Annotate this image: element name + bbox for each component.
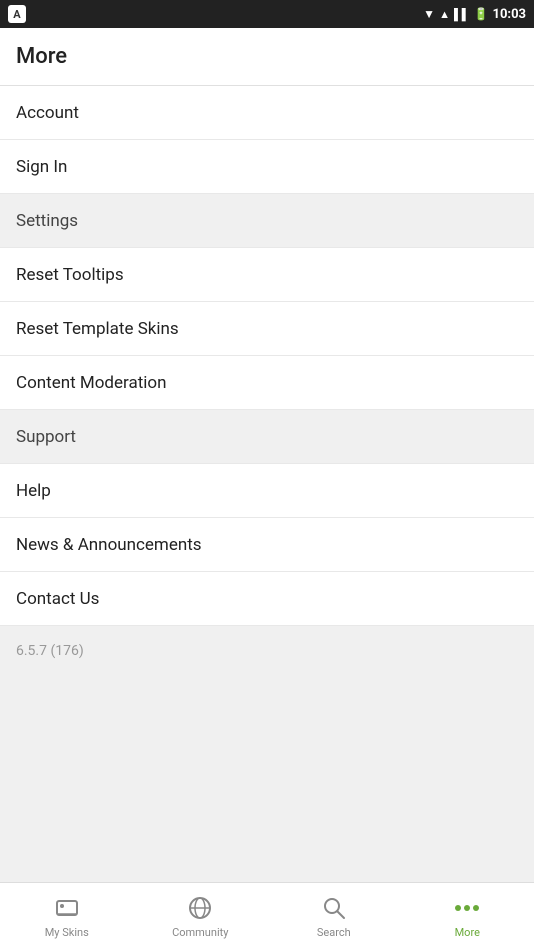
menu-item-reset-template-skins[interactable]: Reset Template Skins — [0, 302, 534, 356]
menu-item-news-announcements[interactable]: News & Announcements — [0, 518, 534, 572]
menu-item-help[interactable]: Help — [0, 464, 534, 518]
menu-item-label-account: Account — [16, 103, 79, 123]
search-label: Search — [317, 926, 351, 939]
community-label: Community — [172, 926, 228, 939]
menu-item-label-help: Help — [16, 481, 51, 501]
status-bar-right: ▼ ▲ ▌▌ 🔋 10:03 — [423, 7, 526, 22]
wifi-icon: ▲ — [439, 8, 450, 21]
time-display: 10:03 — [493, 7, 527, 22]
battery-icon: 🔋 — [474, 7, 489, 21]
menu-item-content-moderation[interactable]: Content Moderation — [0, 356, 534, 410]
signal-bars-icon: ▌▌ — [454, 8, 470, 21]
bottom-navigation: My Skins Community Search More — [0, 882, 534, 950]
menu-item-reset-tooltips[interactable]: Reset Tooltips — [0, 248, 534, 302]
status-bar: A ▼ ▲ ▌▌ 🔋 10:03 — [0, 0, 534, 28]
menu-item-label-settings: Settings — [16, 211, 78, 231]
my-skins-icon — [53, 894, 81, 922]
nav-item-community[interactable]: Community — [134, 883, 268, 950]
app-icon: A — [8, 5, 26, 23]
nav-item-my-skins[interactable]: My Skins — [0, 883, 134, 950]
my-skins-label: My Skins — [45, 926, 89, 939]
menu-item-label-contact-us: Contact Us — [16, 589, 99, 609]
nav-item-more[interactable]: More — [401, 883, 534, 950]
menu-list: Account Sign In Settings Reset Tooltips Rese… — [0, 86, 534, 626]
page-header: More — [0, 28, 534, 86]
menu-item-sign-in[interactable]: Sign In — [0, 140, 534, 194]
menu-item-label-sign-in: Sign In — [16, 157, 67, 177]
menu-item-label-reset-tooltips: Reset Tooltips — [16, 265, 124, 285]
menu-item-label-support: Support — [16, 427, 76, 447]
page-title: More — [16, 44, 67, 69]
menu-item-support[interactable]: Support — [0, 410, 534, 464]
menu-item-contact-us[interactable]: Contact Us — [0, 572, 534, 626]
version-area: 6.5.7 (176) — [0, 626, 534, 882]
menu-item-account[interactable]: Account — [0, 86, 534, 140]
more-icon — [453, 894, 481, 922]
community-icon — [186, 894, 214, 922]
menu-item-label-content-moderation: Content Moderation — [16, 373, 167, 393]
menu-item-label-news-announcements: News & Announcements — [16, 535, 202, 555]
menu-item-label-reset-template-skins: Reset Template Skins — [16, 319, 179, 339]
status-bar-left: A — [8, 5, 26, 23]
more-label: More — [455, 926, 480, 939]
version-text: 6.5.7 (176) — [16, 643, 84, 659]
nav-item-search[interactable]: Search — [267, 883, 401, 950]
signal-icon: ▼ — [423, 7, 435, 21]
menu-item-settings[interactable]: Settings — [0, 194, 534, 248]
search-icon — [320, 894, 348, 922]
